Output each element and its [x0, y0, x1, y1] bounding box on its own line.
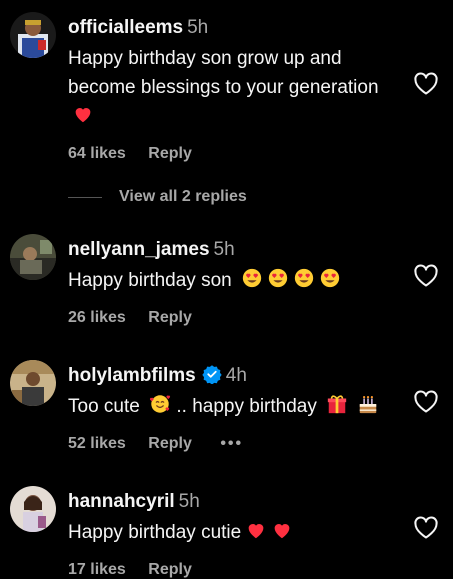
view-replies-label: View all 2 replies	[119, 188, 247, 205]
likes-count[interactable]: 26 likes	[68, 309, 126, 327]
comment-text: Too cute .. happy birthday	[68, 392, 403, 421]
reply-button[interactable]: Reply	[148, 561, 192, 579]
red-heart-emoji	[271, 519, 293, 541]
reply-button[interactable]: Reply	[148, 435, 192, 453]
comment-text: Happy birthday cutie	[68, 518, 403, 547]
heart-outline-icon[interactable]	[413, 390, 439, 414]
gift-emoji	[326, 393, 348, 415]
username[interactable]: officialleems	[68, 17, 183, 38]
avatar-photo	[10, 486, 56, 532]
view-replies-button[interactable]: View all 2 replies	[68, 184, 247, 210]
username[interactable]: hannahcyril	[68, 491, 175, 512]
reply-button[interactable]: Reply	[148, 145, 192, 163]
birthday-cake-emoji	[357, 393, 379, 415]
red-heart-emoji	[245, 519, 267, 541]
likes-count[interactable]: 52 likes	[68, 435, 126, 453]
heart-eyes-emoji	[319, 267, 341, 289]
avatar[interactable]	[10, 12, 56, 58]
reply-button[interactable]: Reply	[148, 309, 192, 327]
likes-count[interactable]: 64 likes	[68, 145, 126, 163]
timestamp: 5h	[213, 239, 235, 260]
comment-text: Happy birthday son grow up and become bl…	[68, 44, 403, 131]
heart-outline-icon[interactable]	[413, 72, 439, 96]
heart-eyes-emoji	[267, 267, 289, 289]
heart-eyes-emoji	[241, 267, 263, 289]
verified-badge-icon	[202, 364, 222, 384]
username[interactable]: holylambfilms	[68, 365, 196, 386]
heart-outline-icon[interactable]	[413, 516, 439, 540]
avatar[interactable]	[10, 486, 56, 532]
timestamp: 4h	[225, 365, 247, 386]
divider-line	[68, 196, 102, 198]
avatar[interactable]	[10, 360, 56, 406]
avatar-photo	[10, 234, 56, 280]
heart-outline-icon[interactable]	[413, 264, 439, 288]
more-options-button[interactable]: •••	[220, 435, 243, 453]
avatar-photo	[10, 360, 56, 406]
smiling-face-with-hearts-emoji	[149, 393, 171, 415]
timestamp: 5h	[187, 17, 209, 38]
avatar[interactable]	[10, 234, 56, 280]
heart-eyes-emoji	[293, 267, 315, 289]
red-heart-emoji	[72, 103, 94, 125]
likes-count[interactable]: 17 likes	[68, 561, 126, 579]
avatar-photo	[10, 12, 56, 58]
comment-text: Happy birthday son	[68, 266, 403, 295]
timestamp: 5h	[178, 491, 200, 512]
username[interactable]: nellyann_james	[68, 239, 210, 260]
